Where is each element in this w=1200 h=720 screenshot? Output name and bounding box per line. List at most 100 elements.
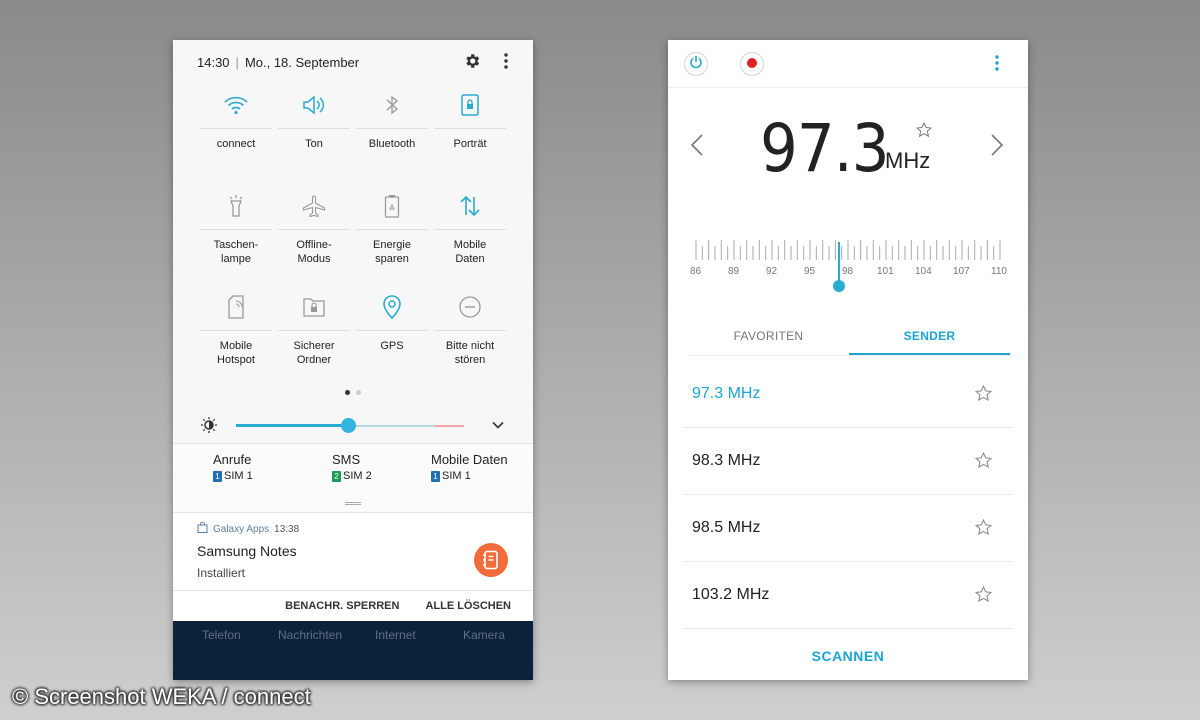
samsung-notes-icon <box>474 543 508 577</box>
dock-camera[interactable]: Kamera <box>463 628 505 642</box>
battery-saver-icon <box>384 194 400 223</box>
tile-label: Taschen- lampe <box>213 239 259 265</box>
status-header: 14:30 | Mo., 18. September <box>173 40 533 84</box>
sim-data-title: Mobile Daten <box>431 452 508 467</box>
sim-calls-title: Anrufe <box>213 452 252 467</box>
frequency-dial[interactable]: 86 89 92 95 98 101 104 107 110 <box>688 238 1008 298</box>
star-icon[interactable] <box>974 518 993 541</box>
tile-mobile-data[interactable]: Mobile Daten <box>431 187 509 288</box>
quick-settings-grid: connect Ton Bluetooth Porträt Taschen- l… <box>197 86 509 389</box>
tile-flashlight[interactable]: Taschen- lampe <box>197 187 275 288</box>
shopping-bag-icon <box>197 521 208 536</box>
tab-stations[interactable]: SENDER <box>849 322 1010 355</box>
list-item[interactable]: 98.3 MHz <box>682 428 1014 495</box>
scan-button[interactable]: SCANNEN <box>668 632 1028 680</box>
dial-ticks <box>695 240 1001 260</box>
sim-badge: 2 <box>332 470 341 482</box>
sim-mobile-data[interactable]: Mobile Daten 1 SIM 1 <box>431 452 508 482</box>
sim-settings: Anrufe 1 SIM 1 SMS 2 SIM 2 Mobile Daten 1S… <box>173 443 533 511</box>
chevron-left-icon[interactable] <box>690 133 704 162</box>
notification-text: Installiert <box>197 566 246 580</box>
current-frequency: 97.3 <box>760 110 890 187</box>
tile-label: Energie sparen <box>373 239 411 265</box>
gear-icon[interactable] <box>463 52 481 73</box>
tile-bluetooth[interactable]: Bluetooth <box>353 86 431 187</box>
power-button[interactable] <box>684 52 708 76</box>
list-item[interactable]: 103.2 MHz <box>682 562 1014 629</box>
date: Mo., 18. September <box>244 54 360 70</box>
header-separator: | <box>235 54 239 70</box>
radio-toolbar <box>668 40 1028 88</box>
tile-label: connect <box>216 138 256 150</box>
sim-calls-value: SIM 1 <box>224 470 253 482</box>
secure-folder-icon <box>302 296 326 323</box>
location-icon <box>382 294 402 324</box>
record-icon <box>747 55 757 73</box>
dial-label: 101 <box>877 266 894 277</box>
dial-label: 107 <box>953 266 970 277</box>
do-not-disturb-icon <box>458 295 482 324</box>
tile-power-saving[interactable]: Energie sparen <box>353 187 431 288</box>
chevron-right-icon[interactable] <box>990 133 1004 162</box>
radio-tabs: FAVORITEN SENDER <box>688 322 1010 356</box>
chevron-down-icon[interactable] <box>491 418 505 437</box>
tuning-knob[interactable] <box>833 280 845 292</box>
radio-app-screen: 97.3 MHz 86 89 92 95 98 101 104 107 110 … <box>668 40 1028 680</box>
dial-label: 92 <box>766 266 778 277</box>
brightness-slider-thumb[interactable] <box>341 418 356 433</box>
notification-card[interactable]: Galaxy Apps 13:38 Samsung Notes Installi… <box>173 512 533 590</box>
tile-label: Ton <box>305 138 323 150</box>
brightness-icon <box>201 417 217 438</box>
tile-hotspot[interactable]: Mobile Hotspot <box>197 288 275 389</box>
notification-title: Samsung Notes <box>197 543 297 559</box>
record-button[interactable] <box>740 52 764 76</box>
dial-label: 104 <box>915 266 932 277</box>
tile-label: Bluetooth <box>368 138 416 150</box>
station-frequency: 98.5 MHz <box>692 519 761 536</box>
more-options-icon[interactable] <box>503 52 509 73</box>
copyright-watermark: © Screenshot WEKA / connect <box>12 684 311 709</box>
tile-wifi[interactable]: connect <box>197 86 275 187</box>
tile-do-not-disturb[interactable]: Bitte nicht stören <box>431 288 509 389</box>
flashlight-icon <box>226 194 246 223</box>
dock-messages[interactable]: Nachrichten <box>278 628 342 642</box>
star-icon[interactable] <box>974 451 993 474</box>
tuning-needle[interactable] <box>838 242 840 284</box>
dial-label: 98 <box>842 266 854 277</box>
star-icon[interactable] <box>974 585 993 608</box>
tab-favorites[interactable]: FAVORITEN <box>688 322 849 355</box>
sim-badge: 1 <box>431 470 440 482</box>
sim-calls[interactable]: Anrufe 1 SIM 1 <box>213 452 253 482</box>
drag-handle[interactable] <box>345 502 361 505</box>
clock: 14:30 <box>197 54 230 70</box>
tile-gps[interactable]: GPS <box>353 288 431 389</box>
tile-secure-folder[interactable]: Sicherer Ordner <box>275 288 353 389</box>
home-dock: Telefon Nachrichten Internet Kamera <box>173 621 533 680</box>
station-frequency: 98.3 MHz <box>692 452 761 469</box>
wifi-icon <box>223 94 249 121</box>
tile-sound[interactable]: Ton <box>275 86 353 187</box>
favorite-star-icon[interactable] <box>915 121 933 143</box>
page-dot-active[interactable] <box>345 390 350 395</box>
sim-data-value: SIM 1 <box>442 470 471 482</box>
notification-meta: Galaxy Apps 13:38 <box>197 521 299 536</box>
block-notifications-button[interactable]: BENACHR. SPERREN <box>285 600 399 612</box>
notification-actions: BENACHR. SPERREN ALLE LÖSCHEN <box>173 590 533 621</box>
star-icon[interactable] <box>974 384 993 407</box>
tile-airplane[interactable]: Offline- Modus <box>275 187 353 288</box>
dock-internet[interactable]: Internet <box>375 628 416 642</box>
page-dot[interactable] <box>356 390 361 395</box>
station-frequency: 103.2 MHz <box>692 586 770 603</box>
dock-phone[interactable]: Telefon <box>202 628 241 642</box>
airplane-icon <box>302 194 326 222</box>
power-icon <box>689 55 703 74</box>
tile-portrait[interactable]: Porträt <box>431 86 509 187</box>
sim-sms-title: SMS <box>332 452 361 467</box>
sim-sms[interactable]: SMS 2 SIM 2 <box>332 452 372 482</box>
clear-all-button[interactable]: ALLE LÖSCHEN <box>425 600 511 612</box>
list-item[interactable]: 97.3 MHz <box>682 361 1014 428</box>
tile-label: Bitte nicht stören <box>445 340 495 366</box>
list-item[interactable]: 98.5 MHz <box>682 495 1014 562</box>
more-options-icon[interactable] <box>994 54 1000 77</box>
bluetooth-icon <box>384 94 400 121</box>
